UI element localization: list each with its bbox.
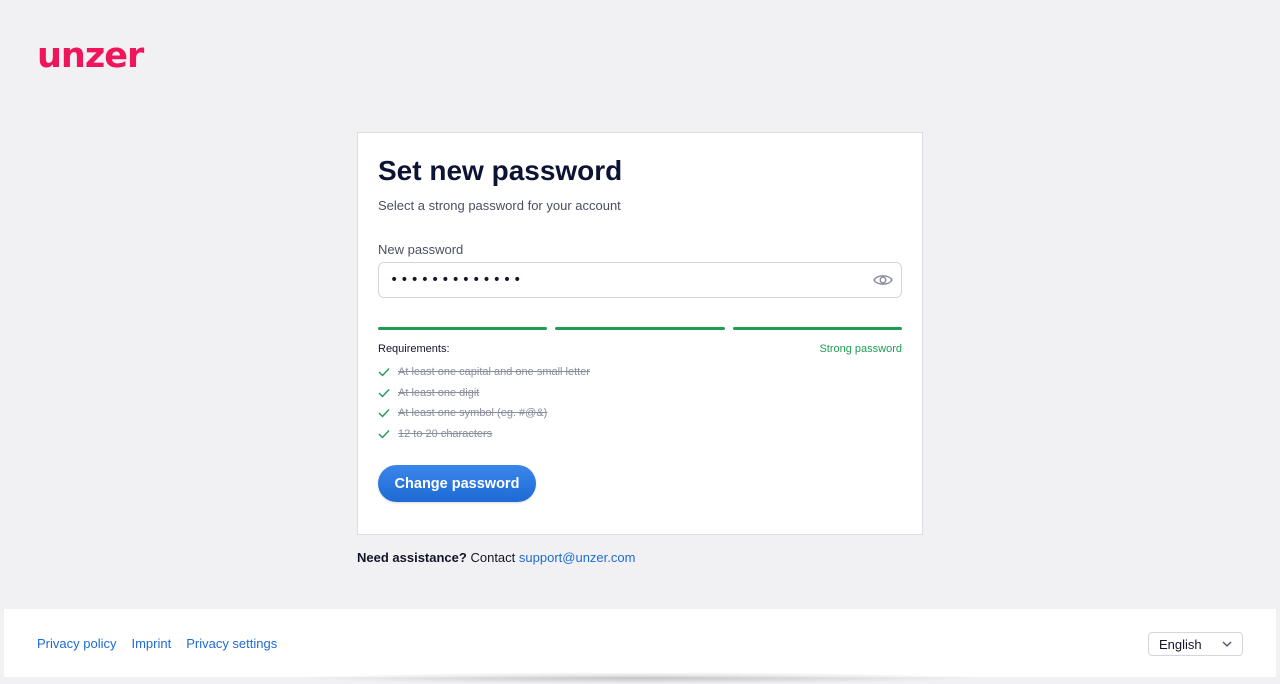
requirement-text: 12 to 20 characters — [398, 427, 493, 440]
support-email-link[interactable]: support@unzer.com — [519, 550, 636, 565]
password-strength-meter — [378, 327, 902, 331]
language-select[interactable]: English — [1148, 632, 1243, 656]
check-icon — [378, 368, 390, 377]
password-card: Set new password Select a strong passwor… — [357, 132, 923, 535]
imprint-link[interactable]: Imprint — [131, 636, 171, 651]
requirements-heading: Requirements: — [378, 343, 450, 355]
requirement-text: At least one symbol (eg. #@&) — [398, 407, 548, 420]
eye-icon[interactable] — [873, 272, 893, 288]
check-icon — [378, 429, 390, 439]
requirement-item: 12 to 20 characters — [378, 424, 590, 445]
footer: Privacy policy Imprint Privacy settings … — [4, 609, 1276, 677]
requirement-item: At least one capital and one small lette… — [378, 362, 590, 383]
strength-segment-2 — [555, 327, 725, 330]
assistance-prefix: Need assistance? — [357, 550, 467, 565]
change-password-button[interactable]: Change password — [378, 465, 536, 502]
unzer-logo[interactable]: unzer — [37, 34, 144, 78]
strength-label: Strong password — [819, 343, 902, 355]
requirement-text: At least one digit — [398, 386, 480, 399]
strength-segment-3 — [732, 327, 902, 330]
assistance-contact-text: Contact — [470, 550, 516, 565]
requirement-item: At least one digit — [378, 383, 590, 404]
requirement-text: At least one capital and one small lette… — [398, 366, 591, 379]
new-password-field[interactable] — [378, 262, 902, 298]
requirements-list: At least one capital and one small lette… — [378, 362, 590, 444]
strength-segment-1 — [378, 327, 548, 330]
check-icon — [378, 409, 390, 418]
chevron-down-icon — [1222, 641, 1232, 647]
bottom-shadow — [290, 672, 990, 684]
language-value: English — [1159, 636, 1202, 652]
requirement-item: At least one symbol (eg. #@&) — [378, 403, 590, 424]
page-subtitle: Select a strong password for your accoun… — [378, 198, 621, 213]
privacy-policy-link[interactable]: Privacy policy — [37, 636, 116, 651]
footer-links: Privacy policy Imprint Privacy settings — [37, 636, 277, 651]
page-title: Set new password — [378, 155, 623, 186]
new-password-input[interactable] — [390, 269, 860, 291]
assistance-line: Need assistance? Contact support@unzer.c… — [357, 550, 635, 565]
privacy-settings-link[interactable]: Privacy settings — [186, 636, 277, 651]
new-password-label: New password — [378, 242, 464, 257]
check-icon — [378, 388, 390, 398]
